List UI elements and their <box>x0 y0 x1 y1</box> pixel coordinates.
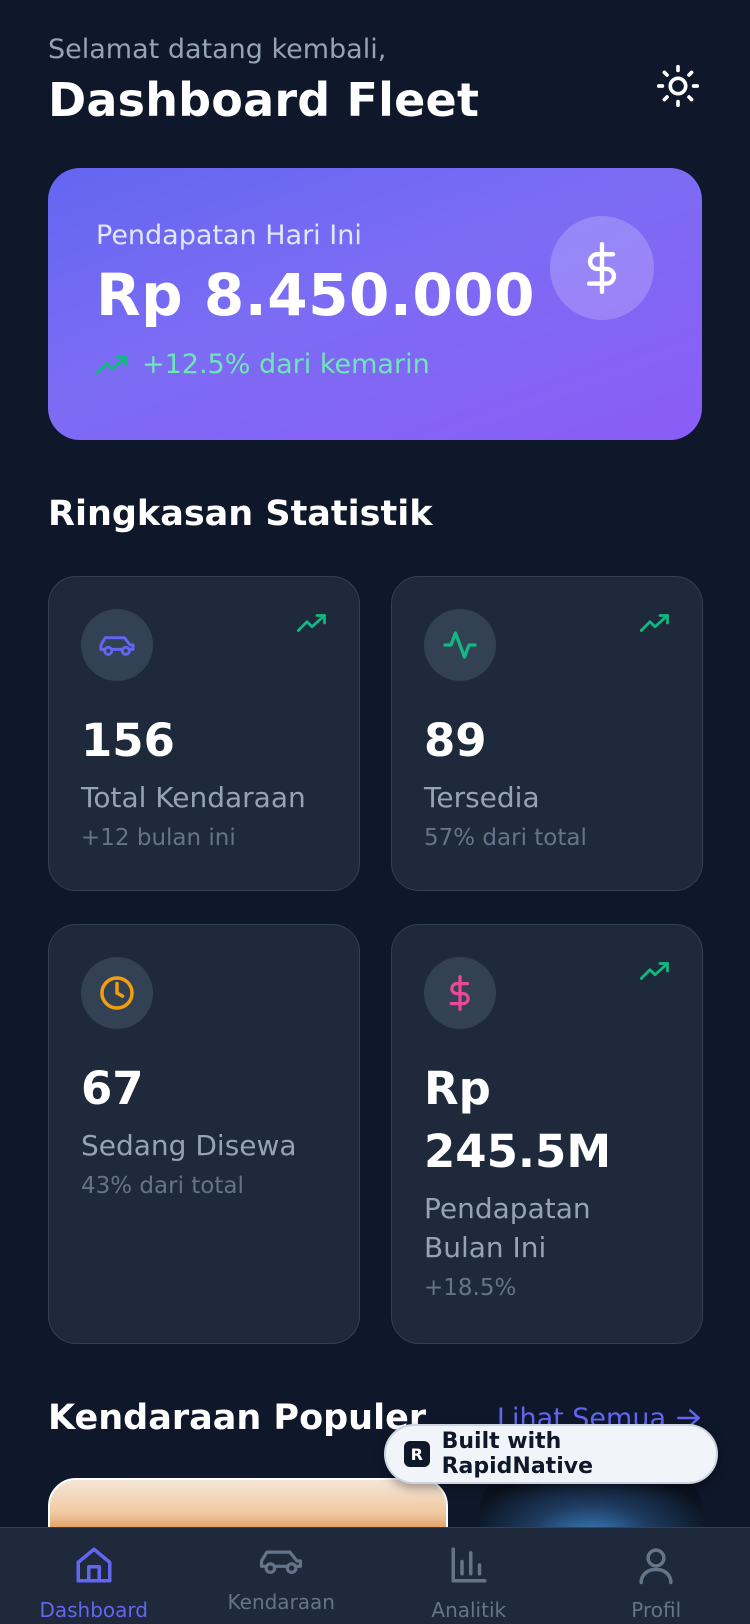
revenue-trend-text: +12.5% dari kemarin <box>142 349 430 380</box>
stat-card-rented[interactable]: 67 Sedang Disewa 43% dari total <box>48 924 360 1344</box>
stat-label: Total Kendaraan <box>81 781 306 814</box>
trending-up-icon <box>640 614 669 632</box>
stat-value: 89 <box>424 714 487 767</box>
tab-dashboard[interactable]: Dashboard <box>0 1528 188 1624</box>
tab-label: Profil <box>631 1598 682 1622</box>
theme-toggle-button[interactable] <box>654 62 702 110</box>
home-icon <box>76 1547 112 1583</box>
stats-section-title: Ringkasan Statistik <box>48 494 433 534</box>
stat-subtext: 57% dari total <box>424 825 587 852</box>
stat-card-total-vehicles[interactable]: 156 Total Kendaraan +12 bulan ini <box>48 576 360 891</box>
header: Selamat datang kembali, Dashboard Fleet <box>48 34 702 127</box>
revenue-icon-circle <box>550 216 654 320</box>
stat-subtext: 43% dari total <box>81 1173 244 1200</box>
stat-label: Sedang Disewa <box>81 1129 297 1162</box>
trending-up-icon <box>96 355 127 374</box>
trending-up-icon <box>640 962 669 980</box>
rapidnative-logo-icon: R <box>404 1441 430 1467</box>
car-icon <box>99 636 135 656</box>
stat-label: Tersedia <box>424 781 540 814</box>
stat-card-monthly-revenue[interactable]: Rp 245.5M Pendapatan Bulan Ini +18.5% <box>391 924 703 1344</box>
trending-up-icon <box>297 614 326 632</box>
revenue-card[interactable]: Pendapatan Hari Ini Rp 8.450.000 +12.5% … <box>48 168 702 440</box>
tab-profile[interactable]: Profil <box>563 1528 750 1624</box>
stat-value: 156 <box>81 714 175 767</box>
activity-icon <box>443 631 477 659</box>
stat-icon-circle <box>81 957 153 1029</box>
stat-label: Pendapatan Bulan Ini <box>424 1192 591 1265</box>
revenue-trend: +12.5% dari kemarin <box>96 349 654 380</box>
page-title: Dashboard Fleet <box>48 73 480 127</box>
badge-text: Built with RapidNative <box>441 1429 593 1479</box>
tab-label: Dashboard <box>39 1598 148 1622</box>
stat-icon-circle <box>424 957 496 1029</box>
sun-icon <box>656 64 700 108</box>
stat-value: 67 <box>81 1062 144 1115</box>
car-icon <box>260 1550 303 1574</box>
tab-analytics[interactable]: Analitik <box>375 1528 563 1624</box>
stat-value: Rp 245.5M <box>424 1062 612 1178</box>
stat-subtext: +12 bulan ini <box>81 825 236 852</box>
user-icon <box>639 1548 673 1585</box>
greeting-text: Selamat datang kembali, <box>48 34 387 65</box>
built-with-badge[interactable]: R Built with RapidNative <box>384 1424 718 1484</box>
stat-icon-circle <box>424 609 496 681</box>
bar-chart-icon <box>451 1547 487 1583</box>
dollar-icon <box>586 242 617 294</box>
stat-subtext: +18.5% <box>424 1275 517 1302</box>
tab-label: Kendaraan <box>227 1590 335 1614</box>
tab-vehicles[interactable]: Kendaraan <box>188 1528 376 1624</box>
stat-icon-circle <box>81 609 153 681</box>
bottom-tab-bar: Dashboard Kendaraan Analitik Profil <box>0 1527 750 1624</box>
dollar-icon <box>449 975 470 1011</box>
tab-label: Analitik <box>431 1598 507 1622</box>
stat-card-available[interactable]: 89 Tersedia 57% dari total <box>391 576 703 891</box>
clock-icon <box>100 976 134 1010</box>
popular-section-title: Kendaraan Populer <box>48 1398 427 1438</box>
